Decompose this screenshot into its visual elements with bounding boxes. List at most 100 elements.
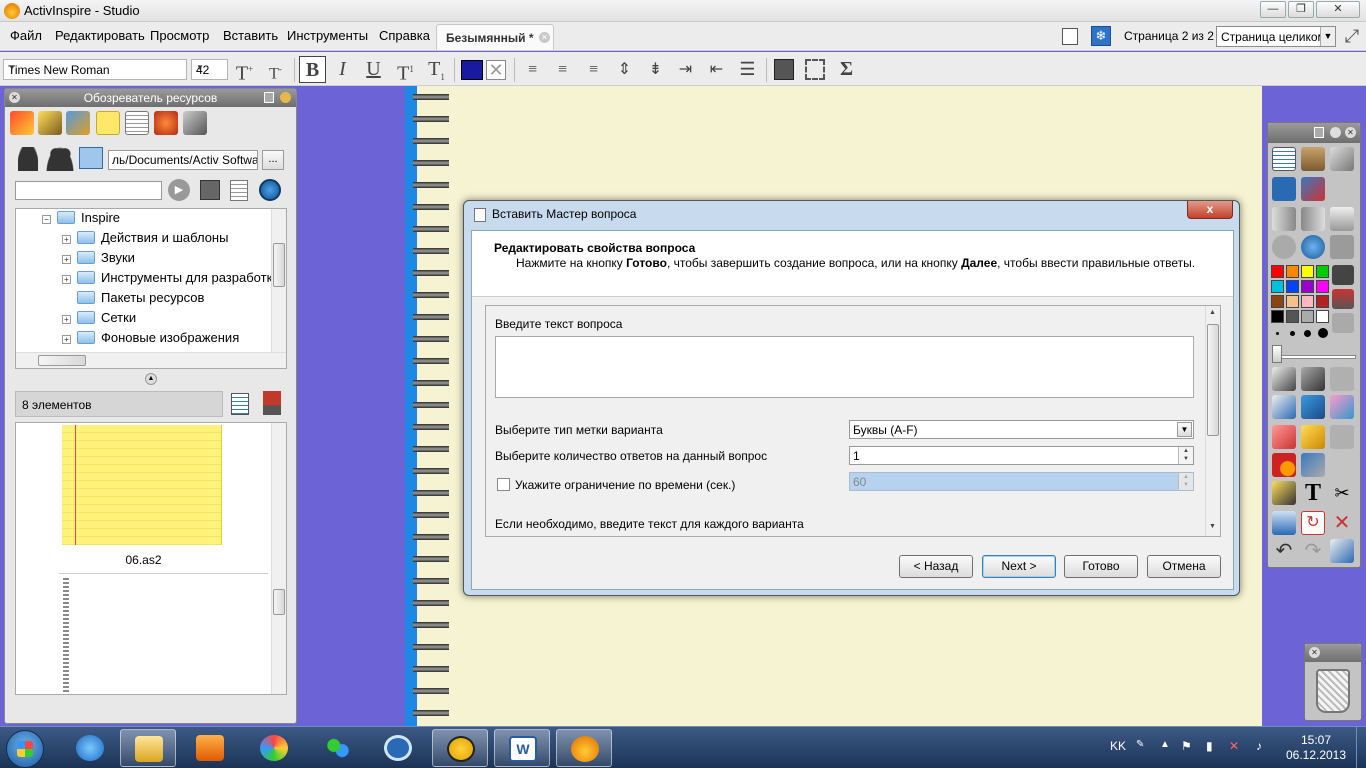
- taskbar-paint[interactable]: [246, 729, 302, 767]
- connector-icon[interactable]: [1301, 453, 1325, 477]
- align-center-icon[interactable]: ≡: [549, 56, 576, 83]
- decrease-font-icon[interactable]: T-: [262, 56, 289, 83]
- color-swatch[interactable]: [1301, 265, 1314, 278]
- tree-item[interactable]: + Звуки: [62, 250, 135, 270]
- scroll-thumb[interactable]: [273, 589, 285, 615]
- close-icon[interactable]: ✕: [1309, 647, 1320, 658]
- menu-view[interactable]: Просмотр: [150, 28, 209, 43]
- superscript-button[interactable]: T1: [392, 56, 419, 85]
- time-limit-checkbox[interactable]: [497, 478, 510, 491]
- close-icon[interactable]: ✕: [1345, 127, 1356, 138]
- tree-horizontal-scrollbar[interactable]: [16, 352, 286, 368]
- sigma-icon[interactable]: Σ: [833, 56, 860, 83]
- resource-path-input[interactable]: ль/Documents/Activ Software: [108, 150, 258, 170]
- expand-icon[interactable]: +: [62, 315, 71, 324]
- minimize-button[interactable]: —: [1260, 1, 1286, 18]
- color-swatch[interactable]: [1316, 310, 1329, 323]
- color-swatch[interactable]: [1286, 310, 1299, 323]
- collapse-icon[interactable]: −: [42, 215, 51, 224]
- align-left-icon[interactable]: ≡: [519, 56, 546, 83]
- color-swatch[interactable]: [1316, 280, 1329, 293]
- filter-icon[interactable]: [200, 180, 220, 200]
- profiles-icon[interactable]: [1301, 147, 1325, 171]
- pin-icon[interactable]: [280, 92, 291, 103]
- page-icon[interactable]: [1330, 207, 1354, 231]
- reset-icon[interactable]: [1330, 235, 1354, 259]
- color-swatch[interactable]: [1286, 265, 1299, 278]
- resource-thumbnail[interactable]: [59, 573, 268, 694]
- user-icon[interactable]: [18, 147, 38, 171]
- line-spacing-icon[interactable]: ⇕: [611, 56, 638, 83]
- bullets-icon[interactable]: ☰: [734, 56, 761, 83]
- back-button[interactable]: < Назад: [899, 555, 973, 578]
- stepper-arrows-icon[interactable]: ▲ ▼: [1178, 447, 1193, 464]
- bold-button[interactable]: B: [299, 56, 326, 83]
- pen-width-medium[interactable]: [1290, 331, 1295, 336]
- highlight-color-button[interactable]: ✕: [486, 60, 506, 80]
- scroll-thumb[interactable]: [38, 355, 86, 366]
- tree-vertical-scrollbar[interactable]: [271, 209, 286, 352]
- expand-icon[interactable]: +: [62, 335, 71, 344]
- show-desktop-button[interactable]: [1356, 727, 1366, 768]
- color-swatch[interactable]: [1286, 280, 1299, 293]
- undo-icon[interactable]: ↶: [1272, 539, 1296, 563]
- next-page-icon[interactable]: [1301, 207, 1325, 231]
- resource-search-input[interactable]: [15, 181, 162, 200]
- expand-icon[interactable]: +: [62, 235, 71, 244]
- eraser-icon[interactable]: [1272, 425, 1296, 449]
- dialog-close-button[interactable]: x: [1187, 201, 1233, 219]
- panel-menu-icon[interactable]: [1314, 127, 1324, 138]
- color-swatch[interactable]: [1286, 295, 1299, 308]
- select-icon[interactable]: [1272, 367, 1296, 391]
- media-icon[interactable]: [1272, 481, 1296, 505]
- properties-icon[interactable]: [230, 180, 248, 201]
- time-limit-stepper[interactable]: 60 ▲ ▼: [849, 472, 1194, 491]
- resource-thumbnail[interactable]: [62, 425, 222, 545]
- taskbar-media-player[interactable]: [182, 729, 238, 767]
- system-clock[interactable]: 15:07 06.12.2013: [1284, 733, 1348, 763]
- star-icon[interactable]: [1330, 425, 1354, 449]
- align-right-icon[interactable]: ≡: [580, 56, 607, 83]
- trash-icon[interactable]: [1316, 669, 1350, 713]
- question-text-input[interactable]: [495, 336, 1194, 398]
- page-sorter-icon[interactable]: [1062, 28, 1078, 45]
- magic-ink-icon[interactable]: [1330, 367, 1354, 391]
- thumbnails-vertical-scrollbar[interactable]: [271, 423, 286, 694]
- font-size-select[interactable]: 42 ▼: [191, 59, 228, 80]
- users-icon[interactable]: [46, 147, 74, 171]
- pen-mode-icon[interactable]: [1330, 147, 1354, 171]
- spinner-icon[interactable]: [154, 111, 178, 135]
- underline-button[interactable]: U: [360, 56, 387, 83]
- more-colors-icon[interactable]: [1332, 313, 1354, 333]
- menu-help[interactable]: Справка: [379, 28, 430, 43]
- internet-icon[interactable]: [1301, 235, 1325, 259]
- chevron-down-icon[interactable]: ▼: [1320, 27, 1335, 46]
- fill-icon[interactable]: [1301, 425, 1325, 449]
- increase-font-icon[interactable]: T+: [231, 56, 258, 85]
- taskbar-mail[interactable]: [370, 729, 426, 767]
- collapse-pane-icon[interactable]: ▲: [145, 373, 157, 385]
- start-button[interactable]: [6, 730, 44, 768]
- shared-resources-icon[interactable]: [38, 111, 62, 135]
- slider-handle[interactable]: [1272, 345, 1282, 363]
- color-swatch[interactable]: [1271, 295, 1284, 308]
- close-button[interactable]: ✕: [1316, 1, 1360, 18]
- page-options-icon[interactable]: [1330, 539, 1354, 563]
- my-resources-icon[interactable]: [10, 111, 34, 135]
- color-picker-icon[interactable]: [1332, 265, 1354, 285]
- flask-icon[interactable]: [1272, 511, 1296, 535]
- tools-icon[interactable]: [183, 111, 207, 135]
- scissors-icon[interactable]: ✂: [1330, 481, 1354, 505]
- language-indicator[interactable]: KK: [1110, 739, 1126, 753]
- volume-icon[interactable]: ♪: [1256, 739, 1262, 753]
- play-icon[interactable]: ▶: [168, 179, 190, 201]
- document-icon[interactable]: [125, 111, 149, 135]
- pen-icon[interactable]: [1272, 395, 1296, 419]
- reset-page-icon[interactable]: ↻: [1301, 511, 1325, 535]
- delete-icon[interactable]: ✕: [1330, 511, 1354, 535]
- pin-icon[interactable]: [1330, 127, 1341, 138]
- notes-icon[interactable]: [96, 111, 120, 135]
- scroll-thumb[interactable]: [1207, 324, 1219, 436]
- font-family-select[interactable]: Times New Roman ▼: [3, 59, 187, 80]
- maximize-button[interactable]: ❐: [1288, 1, 1314, 18]
